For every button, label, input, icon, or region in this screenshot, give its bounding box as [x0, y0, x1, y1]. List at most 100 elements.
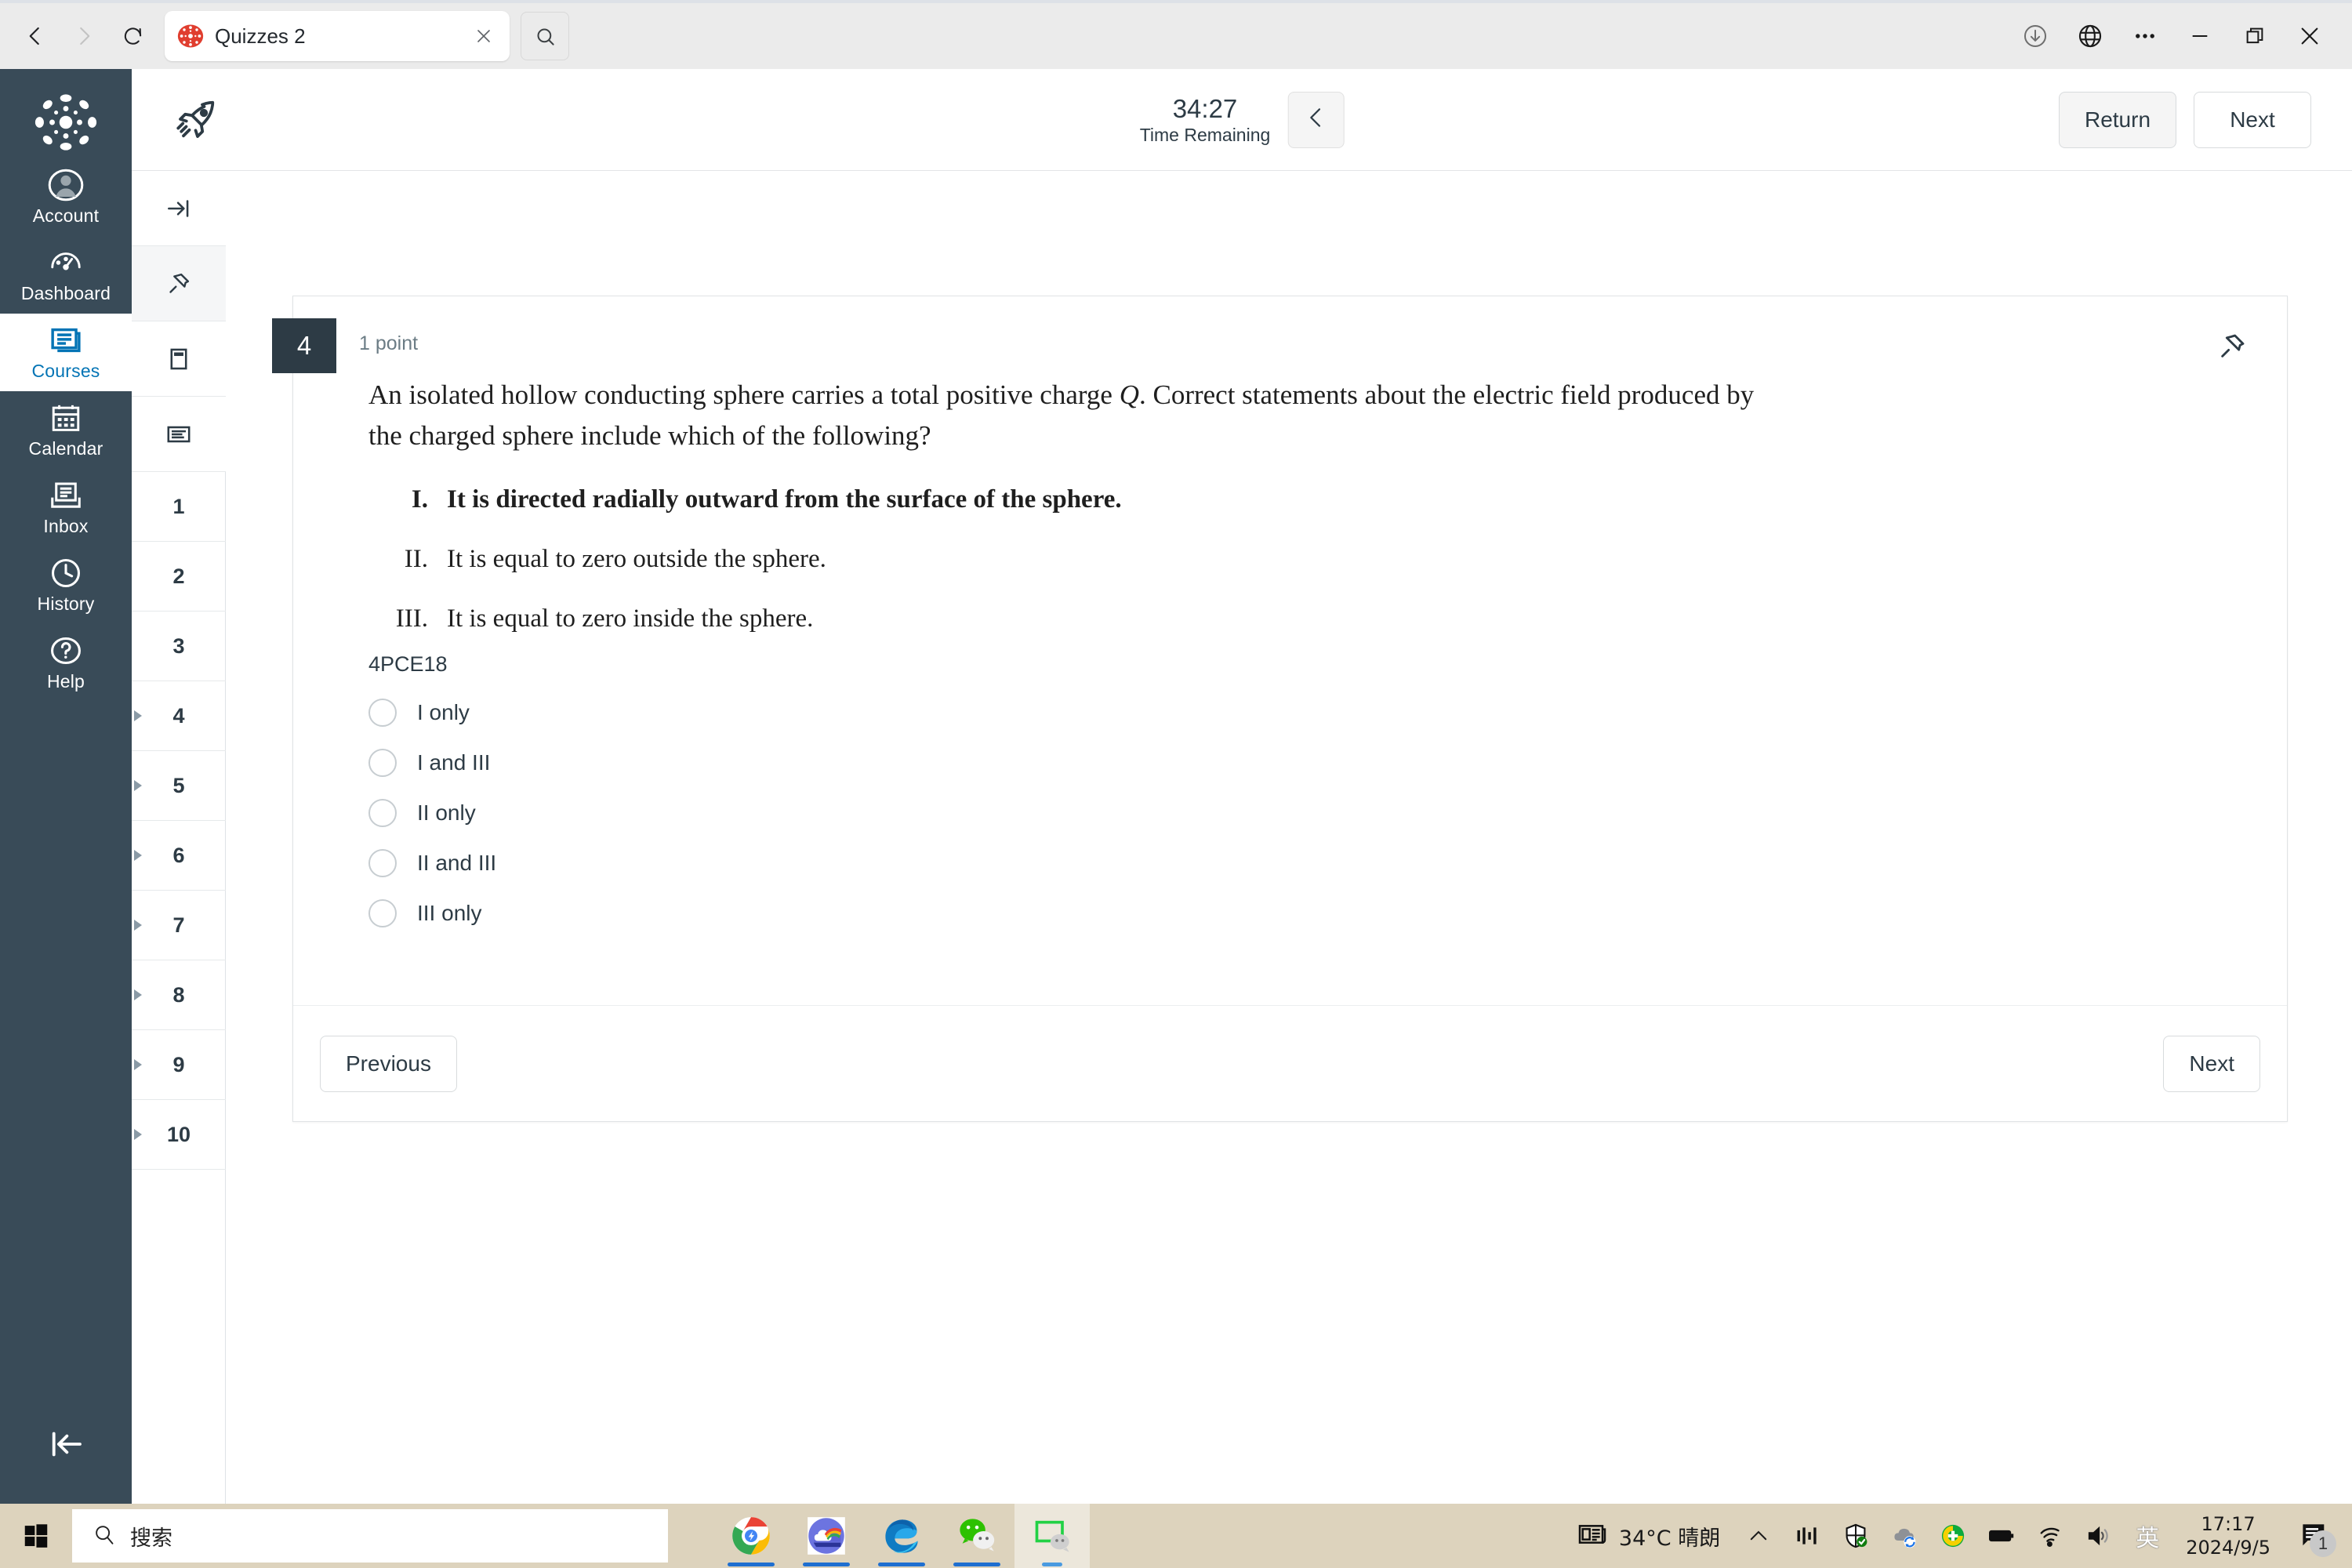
flag-question-pin-icon[interactable]	[2212, 326, 2252, 367]
sidebar-item-history[interactable]: History	[0, 546, 132, 624]
answer-option[interactable]: I and III	[368, 738, 2212, 788]
sidebar-item-account[interactable]: Account	[0, 158, 132, 236]
answer-radio-button[interactable]	[368, 899, 397, 927]
onedrive-sync-icon[interactable]	[1882, 1504, 1927, 1568]
taskbar-search-placeholder: 搜索	[130, 1526, 172, 1551]
answer-radio-button[interactable]	[368, 799, 397, 827]
answer-option[interactable]: I only	[368, 688, 2212, 738]
quiz-timer: 34:27 Time Remaining	[1139, 91, 1345, 148]
timer-label: Time Remaining	[1139, 124, 1271, 145]
clock-date: 2024/9/5	[2186, 1537, 2270, 1559]
sidebar-item-dashboard[interactable]: Dashboard	[0, 236, 132, 314]
courses-book-icon	[45, 321, 86, 359]
return-button[interactable]: Return	[2059, 91, 2176, 148]
rocket-icon[interactable]	[169, 93, 224, 147]
rail-question-4[interactable]: 4	[132, 681, 226, 751]
next-button-header[interactable]: Next	[2194, 91, 2311, 148]
next-button-footer[interactable]: Next	[2163, 1035, 2260, 1092]
network-monitor-icon[interactable]	[1784, 1504, 1830, 1568]
canvas-logo-icon	[177, 23, 204, 49]
answer-option[interactable]: II only	[368, 788, 2212, 838]
sidebar-collapse-button[interactable]	[0, 1414, 132, 1477]
download-icon[interactable]	[2010, 11, 2060, 61]
reload-button[interactable]	[108, 12, 157, 60]
windows-start-icon[interactable]	[0, 1504, 72, 1568]
taskbar-weather-cloud-icon[interactable]	[789, 1504, 864, 1568]
canvas-logo-icon[interactable]	[30, 86, 102, 158]
rail-question-9[interactable]: 9	[132, 1030, 226, 1100]
answer-options-list: I only I and III II only II and III III only	[368, 688, 2212, 938]
sidebar-item-label: Calendar	[28, 438, 103, 459]
question-statement-list: I. It is directed radially outward from t…	[368, 483, 2212, 635]
rail-question-10[interactable]: 10	[132, 1100, 226, 1170]
taskbar-clock[interactable]: 17:17 2024/9/5	[2173, 1512, 2283, 1559]
sidebar-item-courses[interactable]: Courses	[0, 314, 132, 391]
rail-question-5[interactable]: 5	[132, 751, 226, 821]
expand-right-icon[interactable]	[132, 171, 226, 246]
tab-title: Quizzes 2	[215, 24, 306, 48]
battery-icon[interactable]	[1979, 1504, 2024, 1568]
rail-question-1[interactable]: 1	[132, 472, 226, 542]
timer-value: 34:27	[1172, 93, 1238, 123]
answer-option[interactable]: II and III	[368, 838, 2212, 888]
answer-radio-button[interactable]	[368, 699, 397, 727]
rail-question-2[interactable]: 2	[132, 542, 226, 612]
notification-center-button[interactable]: 1	[2286, 1504, 2341, 1568]
maximize-button[interactable]	[2230, 11, 2280, 61]
page-header-icon[interactable]	[132, 321, 226, 397]
rail-question-number: 3	[172, 633, 185, 658]
tab-close-button[interactable]	[470, 23, 497, 49]
statement-text: It is equal to zero inside the sphere.	[447, 604, 814, 633]
show-hidden-icons-chevron[interactable]	[1736, 1504, 1781, 1568]
taskbar-wechat-icon[interactable]	[939, 1504, 1014, 1568]
taskbar-search-box[interactable]: 搜索	[72, 1509, 668, 1563]
sidebar-item-label: Account	[32, 205, 100, 226]
globe-icon[interactable]	[2065, 11, 2115, 61]
question-body: An isolated hollow conducting sphere car…	[293, 375, 2287, 938]
stem-text-part1: An isolated hollow conducting sphere car…	[368, 379, 1120, 410]
windows-taskbar: 搜索 34°C 晴朗 英 17:17 2024/9/5 1	[0, 1504, 2352, 1568]
wifi-icon[interactable]	[2027, 1504, 2073, 1568]
answer-radio-button[interactable]	[368, 749, 397, 777]
back-button[interactable]	[11, 12, 60, 60]
question-statement: III. It is equal to zero inside the spher…	[368, 602, 2212, 635]
sidebar-item-help[interactable]: Help	[0, 624, 132, 702]
taskbar-chrome-icon[interactable]	[713, 1504, 789, 1568]
browser-nav-buttons	[0, 12, 157, 60]
system-tray: 34°C 晴朗 英 17:17 2024/9/5 1	[1564, 1504, 2352, 1568]
update-icon[interactable]	[1930, 1504, 1976, 1568]
answer-radio-button[interactable]	[368, 849, 397, 877]
previous-button[interactable]: Previous	[320, 1035, 457, 1092]
taskbar-edge-icon[interactable]	[864, 1504, 939, 1568]
question-code-label: 4PCE18	[368, 652, 448, 676]
rail-question-8[interactable]: 8	[132, 960, 226, 1030]
forward-button[interactable]	[60, 12, 108, 60]
sidebar-item-calendar[interactable]: Calendar	[0, 391, 132, 469]
question-header-row: 4 1 point	[272, 296, 2287, 373]
rail-question-3[interactable]: 3	[132, 612, 226, 681]
volume-icon[interactable]	[2076, 1504, 2122, 1568]
minimize-button[interactable]	[2175, 11, 2225, 61]
security-shield-icon[interactable]	[1833, 1504, 1878, 1568]
timer-collapse-button[interactable]	[1287, 91, 1345, 148]
ime-language-indicator[interactable]: 英	[2125, 1504, 2170, 1568]
rail-question-6[interactable]: 6	[132, 821, 226, 891]
more-options-icon[interactable]	[2120, 11, 2170, 61]
pin-icon[interactable]	[132, 246, 226, 321]
answer-option[interactable]: III only	[368, 888, 2212, 938]
unanswered-marker-icon	[134, 1059, 142, 1070]
quiz-header-buttons: Return Next	[2059, 91, 2352, 148]
tab-search-button[interactable]	[521, 12, 569, 60]
unanswered-marker-icon	[134, 989, 142, 1000]
rail-question-7[interactable]: 7	[132, 891, 226, 960]
rail-question-number: 1	[172, 494, 185, 518]
chevron-left-icon	[1302, 104, 1329, 135]
inbox-tray-icon	[45, 477, 86, 514]
taskbar-wechat-window-icon[interactable]	[1014, 1504, 1090, 1568]
taskbar-weather-widget[interactable]: 34°C 晴朗	[1564, 1519, 1733, 1554]
browser-tab[interactable]: Quizzes 2	[165, 11, 510, 61]
close-button[interactable]	[2285, 11, 2335, 61]
text-lines-icon[interactable]	[132, 397, 226, 472]
collapse-left-icon	[45, 1423, 87, 1469]
sidebar-item-inbox[interactable]: Inbox	[0, 469, 132, 546]
